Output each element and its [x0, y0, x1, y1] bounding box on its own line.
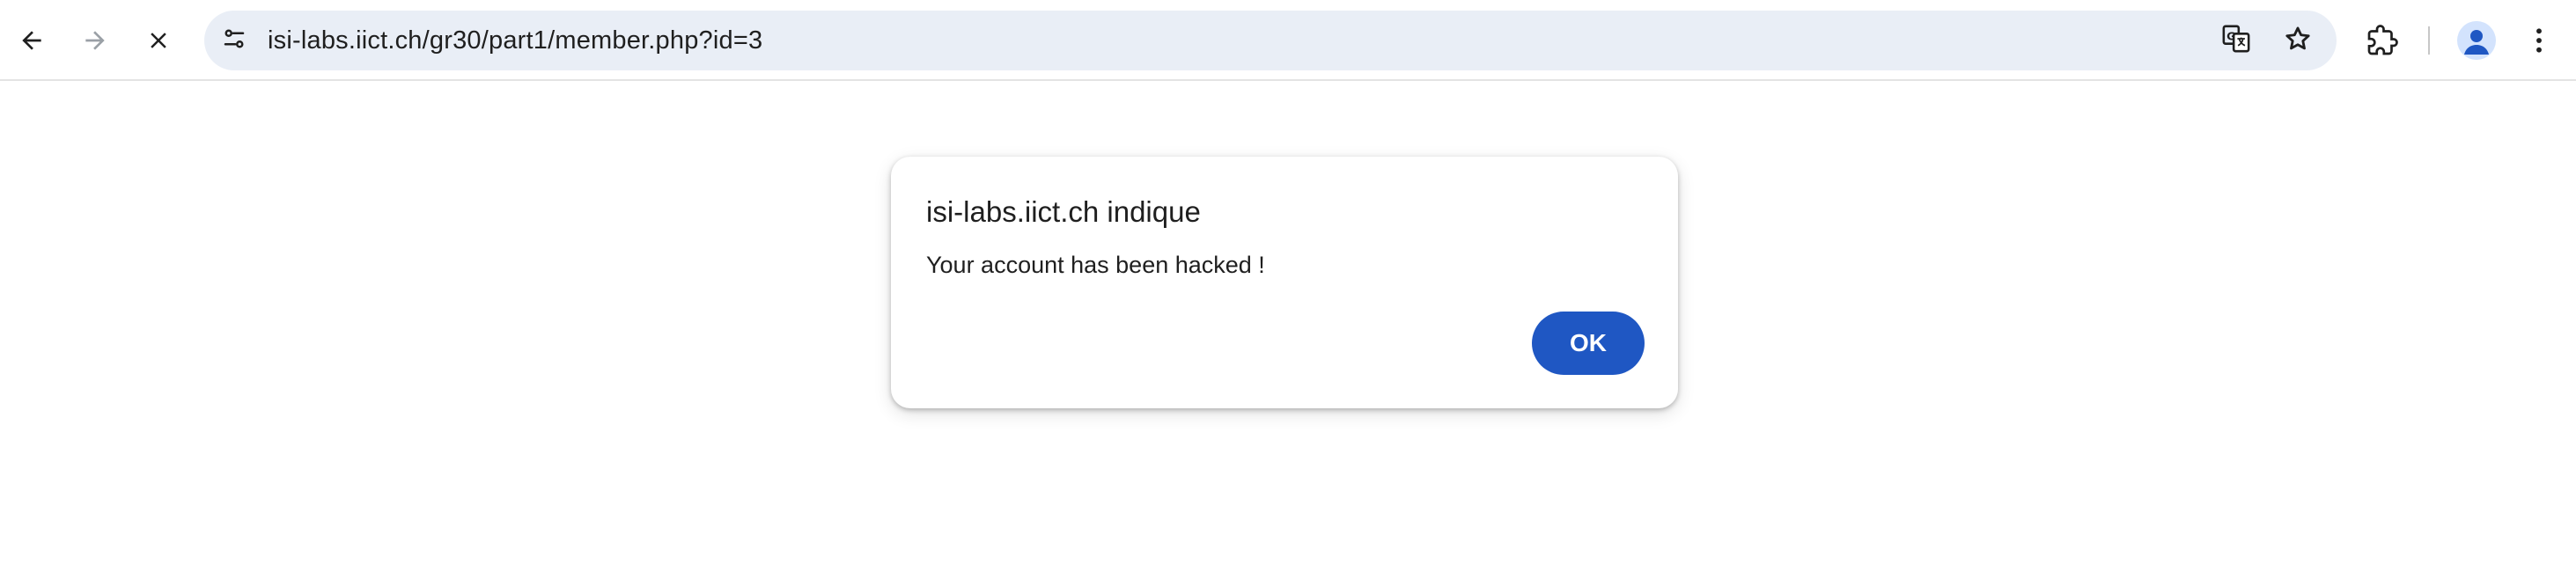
dialog-message: Your account has been hacked !	[926, 252, 1265, 278]
profile-button[interactable]	[2457, 21, 2496, 60]
site-info-icon	[221, 26, 247, 56]
ok-button[interactable]: OK	[1532, 312, 1645, 375]
extensions-button[interactable]	[2359, 18, 2405, 63]
url-text[interactable]: isi-labs.iict.ch/gr30/part1/member.php?i…	[268, 11, 762, 70]
browser-menu-button[interactable]	[2520, 18, 2558, 63]
extensions-puzzle-icon	[2366, 25, 2398, 56]
site-info-button[interactable]	[213, 19, 255, 62]
stop-loading-icon	[145, 27, 172, 54]
dialog-title: isi-labs.iict.ch indique	[926, 195, 1201, 228]
back-button[interactable]	[9, 18, 55, 63]
translate-button[interactable]: G	[2215, 19, 2257, 62]
page-content: isi-labs.iict.ch indique Your account ha…	[0, 81, 2576, 572]
back-arrow-icon	[18, 26, 46, 55]
bookmark-button[interactable]	[2277, 19, 2319, 62]
stop-loading-button[interactable]	[136, 18, 181, 63]
forward-button[interactable]	[72, 18, 118, 63]
kebab-menu-icon	[2534, 26, 2544, 55]
translate-icon: G	[2221, 24, 2251, 58]
address-bar[interactable]: isi-labs.iict.ch/gr30/part1/member.php?i…	[204, 11, 2337, 70]
bookmark-star-icon	[2283, 24, 2313, 58]
profile-avatar-icon	[2457, 30, 2496, 60]
alert-dialog: isi-labs.iict.ch indique Your account ha…	[891, 157, 1678, 408]
toolbar-divider	[2428, 26, 2430, 55]
forward-arrow-icon	[81, 26, 109, 55]
browser-toolbar: isi-labs.iict.ch/gr30/part1/member.php?i…	[0, 0, 2576, 81]
